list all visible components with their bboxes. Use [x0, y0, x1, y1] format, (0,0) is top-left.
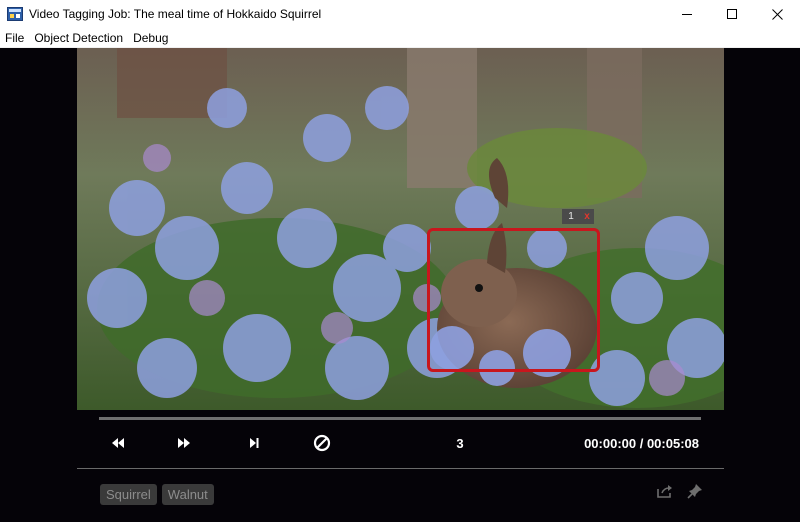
- fast-forward-button[interactable]: [173, 433, 195, 453]
- bottom-toolbar: [656, 482, 704, 500]
- content-area: 1 x 3 00:00:00 / 00:05:08 Squirrel Walnu…: [0, 48, 800, 522]
- video-image: [77, 48, 724, 410]
- pin-icon: [687, 484, 702, 499]
- region-delete-button[interactable]: x: [580, 211, 594, 222]
- close-button[interactable]: [755, 0, 800, 28]
- tag-walnut[interactable]: Walnut: [161, 484, 214, 505]
- maximize-button[interactable]: [710, 0, 755, 28]
- skip-to-end-icon: [250, 438, 259, 448]
- menu-file[interactable]: File: [0, 31, 29, 45]
- title-bar: Video Tagging Job: The meal time of Hokk…: [0, 0, 800, 28]
- region-number: 1: [568, 211, 574, 222]
- fast-forward-icon: [178, 438, 190, 448]
- maximize-icon: [727, 8, 737, 19]
- divider: [77, 468, 724, 469]
- minimize-icon: [682, 13, 692, 15]
- menu-bar: File Object Detection Debug: [0, 28, 800, 48]
- close-icon: [772, 8, 783, 20]
- prohibit-icon: [313, 434, 331, 452]
- frame-number: 3: [456, 436, 464, 451]
- region-bounding-box[interactable]: [427, 228, 600, 372]
- region-label: 1 x: [562, 209, 594, 224]
- pin-button[interactable]: [686, 482, 704, 500]
- export-icon: [657, 485, 672, 498]
- seek-bar[interactable]: [99, 417, 701, 420]
- tag-list: Squirrel Walnut: [100, 484, 214, 505]
- player-controls: 3 00:00:00 / 00:05:08: [77, 428, 724, 458]
- skip-to-end-button[interactable]: [243, 433, 265, 453]
- tag-squirrel[interactable]: Squirrel: [100, 484, 157, 505]
- menu-object-detection[interactable]: Object Detection: [29, 31, 128, 45]
- video-frame[interactable]: 1 x: [77, 48, 724, 410]
- app-icon: [7, 6, 23, 22]
- export-button[interactable]: [656, 482, 674, 500]
- minimize-button[interactable]: [665, 0, 710, 28]
- clear-button[interactable]: [311, 433, 333, 453]
- time-display: 00:00:00 / 00:05:08: [584, 436, 699, 451]
- rewind-icon: [112, 438, 124, 448]
- menu-debug[interactable]: Debug: [128, 31, 173, 45]
- window-title: Video Tagging Job: The meal time of Hokk…: [29, 7, 322, 21]
- rewind-button[interactable]: [107, 433, 129, 453]
